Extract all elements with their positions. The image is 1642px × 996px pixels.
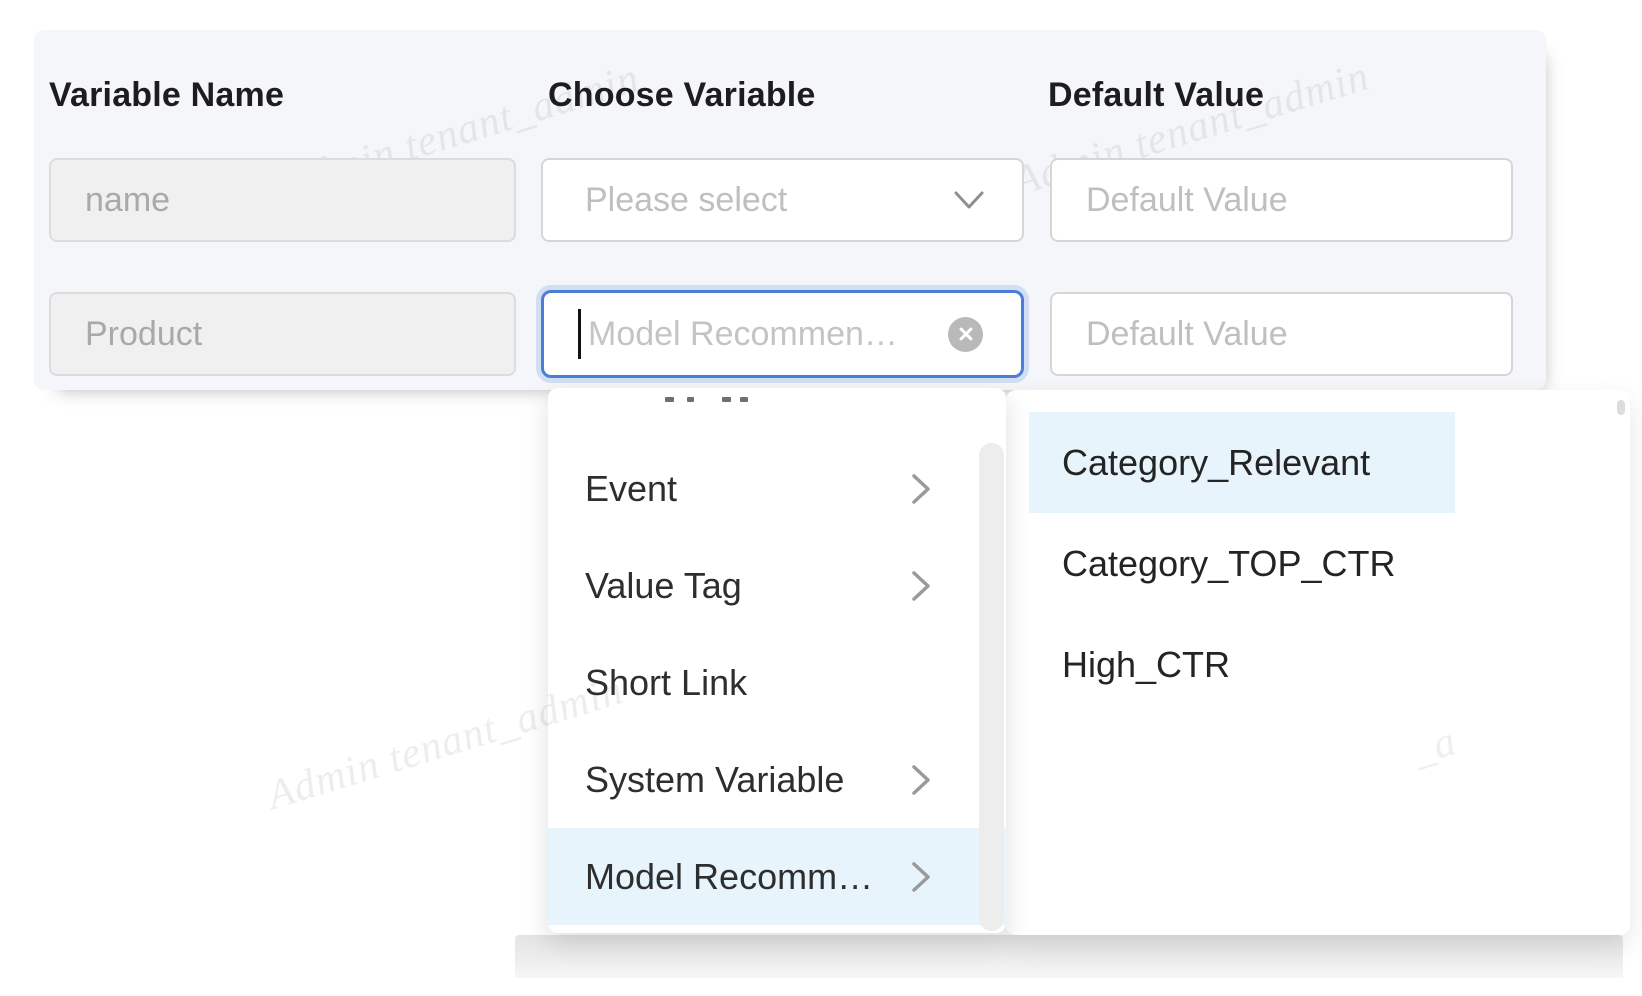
choose-variable-value-row2: Model Recommen… bbox=[588, 315, 948, 354]
column-label-variable-name: Variable Name bbox=[49, 76, 284, 116]
default-value-placeholder-row1: Default Value bbox=[1086, 181, 1288, 220]
menu-item-label: Value Tag bbox=[585, 565, 910, 607]
menu-item-label: Model Recomm… bbox=[585, 856, 910, 898]
menu-item-event[interactable]: Event bbox=[548, 440, 1006, 537]
menu-item-model-recommend[interactable]: Model Recomm… bbox=[548, 828, 1006, 925]
chevron-right-icon bbox=[910, 569, 932, 603]
submenu-item-category-top-ctr[interactable]: Category_TOP_CTR bbox=[1029, 513, 1455, 614]
menu-item-value-tag[interactable]: Value Tag bbox=[548, 537, 1006, 634]
choose-variable-select-row2[interactable]: Model Recommen… bbox=[541, 290, 1024, 378]
menu-scrollbar-thumb[interactable] bbox=[979, 443, 1004, 931]
submenu-item-high-ctr[interactable]: High_CTR bbox=[1029, 614, 1455, 715]
cascader-menu-panel: Event Value Tag Short Link System Variab… bbox=[548, 388, 1006, 933]
chevron-right-icon bbox=[910, 472, 932, 506]
choose-variable-select-row1[interactable]: Please select bbox=[541, 158, 1024, 242]
clipped-item-top bbox=[548, 397, 1006, 403]
variable-name-value-row2: Product bbox=[85, 315, 202, 354]
default-value-placeholder-row2: Default Value bbox=[1086, 315, 1288, 354]
variable-name-input-row1: name bbox=[49, 158, 516, 242]
variable-name-input-row2: Product bbox=[49, 292, 516, 376]
menu-item-short-link[interactable]: Short Link bbox=[548, 634, 1006, 731]
chevron-down-icon bbox=[954, 190, 984, 210]
default-value-input-row2[interactable]: Default Value bbox=[1050, 292, 1513, 376]
clear-icon[interactable] bbox=[948, 317, 983, 352]
menu-item-label: Event bbox=[585, 468, 910, 510]
submenu-item-label: High_CTR bbox=[1062, 644, 1230, 686]
submenu-item-label: Category_TOP_CTR bbox=[1062, 543, 1395, 585]
submenu-scrollbar-thumb[interactable] bbox=[1617, 400, 1625, 415]
submenu-item-category-relevant[interactable]: Category_Relevant bbox=[1029, 412, 1455, 513]
column-label-default-value: Default Value bbox=[1048, 76, 1264, 116]
submenu-item-label: Category_Relevant bbox=[1062, 442, 1370, 484]
choose-variable-placeholder-row1: Please select bbox=[585, 181, 954, 220]
menu-item-label: System Variable bbox=[585, 759, 910, 801]
chevron-right-icon bbox=[910, 763, 932, 797]
variable-name-value-row1: name bbox=[85, 181, 170, 220]
text-cursor bbox=[578, 309, 581, 359]
menu-item-label: Short Link bbox=[585, 662, 978, 704]
column-label-choose-variable: Choose Variable bbox=[548, 76, 816, 116]
menu-item-system-variable[interactable]: System Variable bbox=[548, 731, 1006, 828]
cascader-submenu-panel: Category_Relevant Category_TOP_CTR High_… bbox=[1006, 390, 1630, 935]
chevron-right-icon bbox=[910, 860, 932, 894]
next-section-edge bbox=[515, 935, 1623, 978]
default-value-input-row1[interactable]: Default Value bbox=[1050, 158, 1513, 242]
